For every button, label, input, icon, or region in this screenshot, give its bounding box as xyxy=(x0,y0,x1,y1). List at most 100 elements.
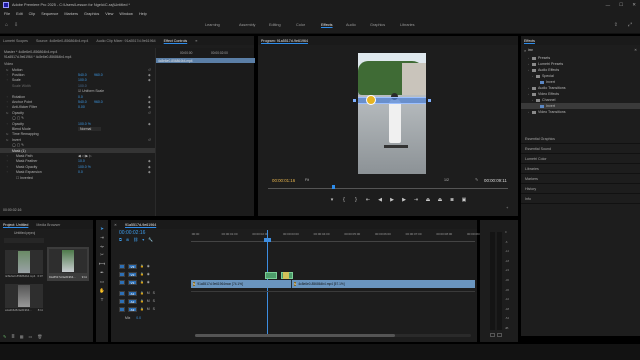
menu-file[interactable]: File xyxy=(4,12,10,16)
add-button-icon[interactable]: + xyxy=(506,206,508,210)
lock-icon[interactable]: 🔒 xyxy=(140,299,144,303)
track-select-icon[interactable]: ⇥ xyxy=(100,235,104,241)
rectangle-tool-icon[interactable]: ▭ xyxy=(100,279,104,285)
solo-right-button[interactable] xyxy=(497,333,502,337)
tab-lumetri-scopes[interactable]: Lumetri Scopes xyxy=(3,39,28,43)
new-item-icon[interactable]: ▭ xyxy=(29,334,33,339)
program-timecode[interactable]: 00:00:01:16 xyxy=(272,178,295,183)
pencil-icon[interactable]: ✎ xyxy=(3,334,6,339)
pen-tool-icon[interactable]: ✒ xyxy=(100,270,104,276)
keyframe-icon[interactable]: ◆ xyxy=(148,165,151,169)
eye-icon[interactable]: ◉ xyxy=(147,264,150,268)
mask-track-buttons[interactable]: ◀ ◁ ▶ ▷ xyxy=(78,154,92,158)
hand-tool-icon[interactable]: ✋ xyxy=(99,288,105,294)
zoom-fit-select[interactable]: Fit xyxy=(305,178,309,182)
program-monitor-title[interactable]: Program: 91a5517d-9e61964 xyxy=(261,39,308,43)
list-view-icon[interactable]: ≣ xyxy=(11,334,14,339)
blend-mode-select[interactable]: Normal xyxy=(78,126,102,131)
mask-shape-tools[interactable]: ◯ ▢ ✎ xyxy=(12,116,24,120)
trash-icon[interactable]: 🗑 xyxy=(37,334,42,339)
track-label[interactable]: V1 xyxy=(128,279,137,285)
side-panel-essential-sound[interactable]: Essential Sound xyxy=(521,144,640,154)
quality-select[interactable]: 1/2 xyxy=(444,178,449,182)
keyframe-icon[interactable]: ◆ xyxy=(148,100,151,104)
menu-graphics[interactable]: Graphics xyxy=(84,12,99,16)
tab-audio-clip-mixer[interactable]: Audio Clip Mixer: 91a5517d-9e61964 xyxy=(96,39,155,43)
ec-clip-bar[interactable]: 4c8e6e0-856864b4.mp4 xyxy=(156,58,255,63)
mute-icon[interactable]: M xyxy=(147,307,150,311)
keyframe-icon[interactable]: ◆ xyxy=(148,73,151,77)
selection-tool-icon[interactable]: ➤ xyxy=(100,226,104,232)
workspace-assembly[interactable]: Assembly xyxy=(239,23,269,27)
keyframe-icon[interactable]: ◆ xyxy=(148,122,151,126)
solo-left-button[interactable] xyxy=(490,333,495,337)
workspace-graphics[interactable]: Graphics xyxy=(370,23,400,27)
type-tool-icon[interactable]: T xyxy=(101,297,104,302)
mute-icon[interactable]: M xyxy=(147,299,150,303)
close-button[interactable]: ✕ xyxy=(632,2,636,8)
side-panel-markers[interactable]: Markers xyxy=(521,174,640,184)
track-header-v2[interactable]: V2 🔒 ◉ xyxy=(115,270,189,278)
share-icon[interactable]: ⇪ xyxy=(614,23,618,28)
nest-toggle-icon[interactable]: ⧉ xyxy=(119,237,122,242)
side-panel-lumetri-color[interactable]: Lumetri Color xyxy=(521,154,640,164)
keyframe-icon[interactable]: ◆ xyxy=(148,78,151,82)
track-label[interactable]: A1 xyxy=(128,290,137,296)
clip-v1-b[interactable]: fx 4c8e6e0-856864b4.mp4 [57.1%] xyxy=(291,280,475,288)
track-label[interactable]: A3 xyxy=(128,306,137,312)
menu-markers[interactable]: Markers xyxy=(64,12,78,16)
ec-row-inverted[interactable]: ☐ Inverted xyxy=(0,175,155,180)
lock-icon[interactable]: 🔒 xyxy=(140,264,144,268)
playhead-marker[interactable] xyxy=(332,185,335,189)
track-label[interactable]: V3 xyxy=(128,263,137,269)
keyframe-icon[interactable]: ◆ xyxy=(148,170,151,174)
program-scrub-bar[interactable] xyxy=(268,185,508,189)
timeline-tab[interactable]: 91a5517d-9e61964 xyxy=(125,223,156,227)
mask-handle-left[interactable] xyxy=(353,99,356,102)
keyframe-icon[interactable]: ◆ xyxy=(148,105,151,109)
track-header-v3[interactable]: V3 🔒 ◉ xyxy=(115,262,189,270)
reset-icon[interactable]: ↺ xyxy=(148,138,151,142)
keyframe-icon[interactable]: ◆ xyxy=(148,95,151,99)
ec-mini-timeline[interactable]: 00:00:00 00:00:02:00 4c8e6e0-856864b4.mp… xyxy=(155,48,255,216)
workspace-libraries[interactable]: Libraries xyxy=(400,23,430,27)
solo-icon[interactable]: S xyxy=(153,307,155,311)
lock-icon[interactable]: 🔒 xyxy=(140,272,144,276)
eye-icon[interactable]: ◉ xyxy=(147,280,150,284)
project-search-box[interactable] xyxy=(4,238,44,243)
track-target-toggle[interactable] xyxy=(119,279,125,285)
track-target-toggle[interactable] xyxy=(119,306,125,312)
lift-icon[interactable]: ⏏ xyxy=(422,197,434,203)
extract-icon[interactable]: ⏏ xyxy=(434,197,446,203)
mask-anchor-handle[interactable] xyxy=(366,95,376,105)
timeline-scrollbar[interactable] xyxy=(195,334,471,337)
adjustment-marker[interactable] xyxy=(283,272,289,279)
transition-clip[interactable] xyxy=(265,272,277,279)
menu-sequence[interactable]: Sequence xyxy=(41,12,58,16)
playhead-head[interactable] xyxy=(264,238,271,242)
effects-search-input[interactable]: inv xyxy=(528,48,634,52)
comparison-view-icon[interactable]: ▣ xyxy=(458,197,470,203)
mask-handle-right[interactable] xyxy=(428,99,431,102)
mute-icon[interactable]: M xyxy=(147,291,150,295)
track-label[interactable]: V2 xyxy=(128,271,137,277)
effects-tree-item[interactable]: › Video Transitions xyxy=(521,109,640,115)
track-label[interactable]: A2 xyxy=(128,298,137,304)
add-marker-icon[interactable]: ▾ xyxy=(326,197,338,203)
tab-media-browser[interactable]: Media Browser xyxy=(36,223,60,227)
side-panel-essential-graphics[interactable]: Essential Graphics xyxy=(521,134,640,144)
wrench-icon[interactable]: ✎ xyxy=(475,178,478,182)
project-item-selected[interactable]: 91a5517d-9e61964... 9:11 xyxy=(47,247,89,281)
mark-out-icon[interactable]: } xyxy=(350,197,362,203)
track-target-toggle[interactable] xyxy=(119,298,125,304)
ec-timecode[interactable]: 00:00:02:16 xyxy=(3,208,22,212)
track-target-toggle[interactable] xyxy=(119,290,125,296)
ec-seq-line[interactable]: 91a5517d-9e61964 * 4c8e6e0-856864b4.mp4 xyxy=(4,55,71,59)
go-to-in-icon[interactable]: ⇤ xyxy=(362,197,374,203)
effects-title[interactable]: Effects xyxy=(524,39,535,43)
mark-in-icon[interactable]: { xyxy=(338,197,350,203)
track-target-toggle[interactable] xyxy=(119,263,125,269)
project-item[interactable]: 4c8e6e0-856864b4.mp4 6:07 xyxy=(5,250,43,280)
track-header-a2[interactable]: A2 🔒 M S xyxy=(115,297,189,305)
menu-view[interactable]: View xyxy=(105,12,113,16)
